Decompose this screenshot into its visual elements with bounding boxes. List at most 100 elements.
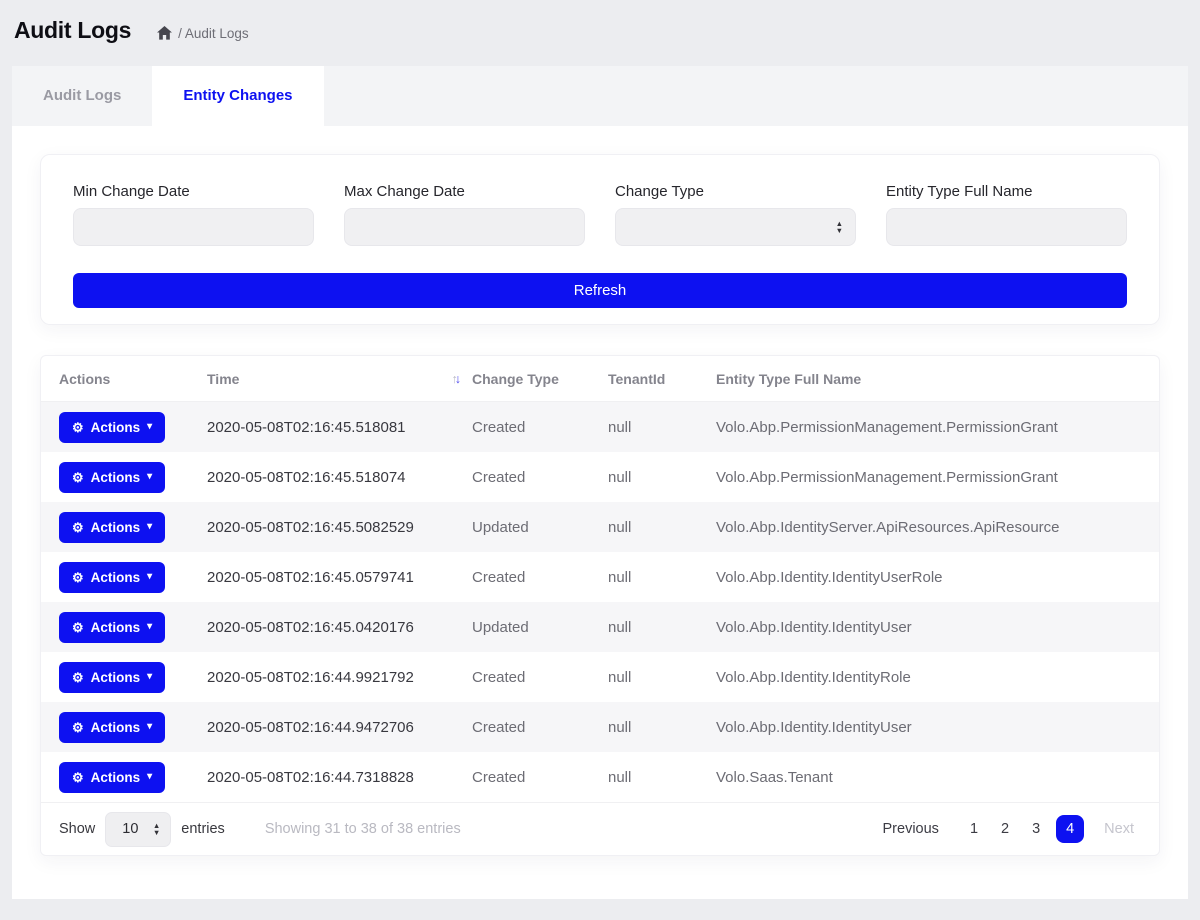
row-actions-button[interactable]: ⚙ Actions ▾ <box>59 412 165 443</box>
gear-icon: ⚙ <box>72 771 84 784</box>
tenant-id-cell: null <box>608 719 716 736</box>
time-cell: 2020-05-08T02:16:45.0579741 <box>207 569 472 586</box>
max-change-date-label: Max Change Date <box>344 183 585 200</box>
change-type-cell: Updated <box>472 619 608 636</box>
entity-type-cell: Volo.Abp.PermissionManagement.Permission… <box>716 419 1141 436</box>
filter-field-entity-type: Entity Type Full Name <box>886 183 1127 246</box>
sort-icon[interactable]: ↑↓ <box>452 372 459 386</box>
caret-down-icon: ▾ <box>147 522 152 532</box>
table-row: ⚙ Actions ▾ 2020-05-08T02:16:44.7318828 … <box>41 752 1159 802</box>
row-actions-button[interactable]: ⚙ Actions ▾ <box>59 762 165 793</box>
tab-entity-changes[interactable]: Entity Changes <box>152 66 323 126</box>
actions-cell: ⚙ Actions ▾ <box>59 462 207 493</box>
table-body: ⚙ Actions ▾ 2020-05-08T02:16:45.518081 C… <box>41 402 1159 802</box>
table-row: ⚙ Actions ▾ 2020-05-08T02:16:45.0579741 … <box>41 552 1159 602</box>
column-header-tenant-id[interactable]: TenantId <box>608 371 716 387</box>
caret-down-icon: ▾ <box>147 422 152 432</box>
page-header: Audit Logs / Audit Logs <box>0 0 1200 58</box>
breadcrumb-path[interactable]: / Audit Logs <box>178 26 249 41</box>
change-type-cell: Updated <box>472 519 608 536</box>
column-header-change-type[interactable]: Change Type <box>472 371 608 387</box>
change-type-select[interactable] <box>615 208 856 246</box>
filter-card: Min Change Date Max Change Date Change T… <box>40 154 1160 325</box>
pagination-page-2[interactable]: 2 <box>994 817 1016 841</box>
actions-cell: ⚙ Actions ▾ <box>59 562 207 593</box>
actions-cell: ⚙ Actions ▾ <box>59 762 207 793</box>
page-size-value: 10 <box>122 821 138 837</box>
actions-cell: ⚙ Actions ▾ <box>59 412 207 443</box>
row-actions-label: Actions <box>91 720 141 735</box>
max-change-date-input[interactable] <box>344 208 585 246</box>
pagination-page-1[interactable]: 1 <box>963 817 985 841</box>
filter-field-max-change-date: Max Change Date <box>344 183 585 246</box>
entity-type-cell: Volo.Abp.Identity.IdentityRole <box>716 669 1141 686</box>
table-header-row: Actions Time ↑↓ Change Type TenantId Ent… <box>41 356 1159 402</box>
table-row: ⚙ Actions ▾ 2020-05-08T02:16:45.518081 C… <box>41 402 1159 452</box>
gear-icon: ⚙ <box>72 421 84 434</box>
row-actions-label: Actions <box>91 470 141 485</box>
table-row: ⚙ Actions ▾ 2020-05-08T02:16:44.9472706 … <box>41 702 1159 752</box>
entity-type-cell: Volo.Abp.Identity.IdentityUser <box>716 619 1141 636</box>
column-header-time[interactable]: Time ↑↓ <box>207 371 472 387</box>
row-actions-button[interactable]: ⚙ Actions ▾ <box>59 712 165 743</box>
tab-content-panel: Min Change Date Max Change Date Change T… <box>12 126 1188 899</box>
gear-icon: ⚙ <box>72 471 84 484</box>
tenant-id-cell: null <box>608 419 716 436</box>
refresh-button[interactable]: Refresh <box>73 273 1127 308</box>
page-title: Audit Logs <box>14 17 131 44</box>
entity-type-cell: Volo.Abp.IdentityServer.ApiResources.Api… <box>716 519 1141 536</box>
tenant-id-cell: null <box>608 519 716 536</box>
tenant-id-cell: null <box>608 769 716 786</box>
caret-down-icon: ▾ <box>147 772 152 782</box>
page-size-select[interactable]: 10 ▲▼ <box>105 812 171 847</box>
caret-down-icon: ▾ <box>147 672 152 682</box>
tenant-id-cell: null <box>608 619 716 636</box>
table-row: ⚙ Actions ▾ 2020-05-08T02:16:44.9921792 … <box>41 652 1159 702</box>
min-change-date-input[interactable] <box>73 208 314 246</box>
time-cell: 2020-05-08T02:16:44.9921792 <box>207 669 472 686</box>
time-cell: 2020-05-08T02:16:45.518081 <box>207 419 472 436</box>
row-actions-button[interactable]: ⚙ Actions ▾ <box>59 662 165 693</box>
show-label: Show <box>59 821 95 837</box>
caret-down-icon: ▾ <box>147 722 152 732</box>
change-type-cell: Created <box>472 719 608 736</box>
change-type-cell: Created <box>472 769 608 786</box>
pagination-previous[interactable]: Previous <box>876 817 946 841</box>
home-icon[interactable] <box>157 26 172 40</box>
page-size-group: Show 10 ▲▼ entries <box>59 812 225 847</box>
pagination-next[interactable]: Next <box>1097 817 1141 841</box>
gear-icon: ⚙ <box>72 571 84 584</box>
min-change-date-label: Min Change Date <box>73 183 314 200</box>
change-type-cell: Created <box>472 669 608 686</box>
entity-type-input[interactable] <box>886 208 1127 246</box>
actions-cell: ⚙ Actions ▾ <box>59 712 207 743</box>
actions-cell: ⚙ Actions ▾ <box>59 612 207 643</box>
actions-cell: ⚙ Actions ▾ <box>59 512 207 543</box>
entity-type-cell: Volo.Saas.Tenant <box>716 769 1141 786</box>
table-row: ⚙ Actions ▾ 2020-05-08T02:16:45.518074 C… <box>41 452 1159 502</box>
gear-icon: ⚙ <box>72 721 84 734</box>
caret-down-icon: ▾ <box>147 472 152 482</box>
change-type-cell: Created <box>472 469 608 486</box>
entries-label: entries <box>181 821 225 837</box>
entity-type-cell: Volo.Abp.Identity.IdentityUser <box>716 719 1141 736</box>
row-actions-button[interactable]: ⚙ Actions ▾ <box>59 612 165 643</box>
gear-icon: ⚙ <box>72 521 84 534</box>
row-actions-button[interactable]: ⚙ Actions ▾ <box>59 462 165 493</box>
column-header-actions[interactable]: Actions <box>59 371 207 387</box>
table-footer: Show 10 ▲▼ entries Showing 31 to 38 of 3… <box>41 802 1159 855</box>
row-actions-label: Actions <box>91 670 141 685</box>
pagination-page-3[interactable]: 3 <box>1025 817 1047 841</box>
row-actions-label: Actions <box>91 420 141 435</box>
time-cell: 2020-05-08T02:16:45.0420176 <box>207 619 472 636</box>
entity-changes-table: Actions Time ↑↓ Change Type TenantId Ent… <box>40 355 1160 856</box>
row-actions-label: Actions <box>91 520 141 535</box>
row-actions-label: Actions <box>91 620 141 635</box>
pagination-page-4-active[interactable]: 4 <box>1056 815 1084 843</box>
tab-bar: Audit Logs Entity Changes <box>12 66 1188 126</box>
row-actions-button[interactable]: ⚙ Actions ▾ <box>59 562 165 593</box>
tab-audit-logs[interactable]: Audit Logs <box>12 66 152 126</box>
column-header-entity-type[interactable]: Entity Type Full Name <box>716 371 1141 387</box>
row-actions-button[interactable]: ⚙ Actions ▾ <box>59 512 165 543</box>
time-cell: 2020-05-08T02:16:44.9472706 <box>207 719 472 736</box>
